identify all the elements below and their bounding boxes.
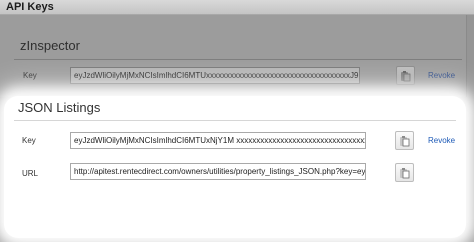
section-title-zinspector: zInspector <box>20 38 80 53</box>
json-listings-key-field[interactable]: eyJzdWliOilyMjMxNCIsImlhdCI6MTUxNjY1M xx… <box>70 132 366 149</box>
zinspector-section: zInspector Key eyJzdWliOilyMjMxNCIsImlhd… <box>0 15 467 97</box>
section-title-json-listings: JSON Listings <box>18 100 101 115</box>
key-label: Key <box>22 136 36 145</box>
clipboard-icon <box>400 167 410 178</box>
clipboard-icon <box>400 135 410 146</box>
copy-url-button[interactable] <box>395 163 414 182</box>
revoke-link-zinspector[interactable]: Revoke <box>428 71 455 80</box>
clipboard-icon <box>401 70 411 81</box>
page-title: API Keys <box>6 1 54 13</box>
copy-key-button[interactable] <box>396 66 415 85</box>
json-listings-section: JSON Listings Key eyJzdWliOilyMjMxNCIsIm… <box>4 96 466 238</box>
key-label: Key <box>23 71 37 80</box>
divider <box>14 59 462 60</box>
api-keys-header: API Keys <box>0 0 474 15</box>
zinspector-key-field[interactable]: eyJzdWliOilyMjMxNCIsImlhdCI6MTUxxxxxxxxx… <box>70 67 360 84</box>
json-listings-url-field[interactable]: http://apitest.rentecdirect.com/owners/u… <box>70 163 366 180</box>
url-label: URL <box>22 169 39 178</box>
copy-key-button[interactable] <box>395 131 414 150</box>
divider <box>14 120 456 121</box>
revoke-link-json-listings[interactable]: Revoke <box>428 136 455 145</box>
